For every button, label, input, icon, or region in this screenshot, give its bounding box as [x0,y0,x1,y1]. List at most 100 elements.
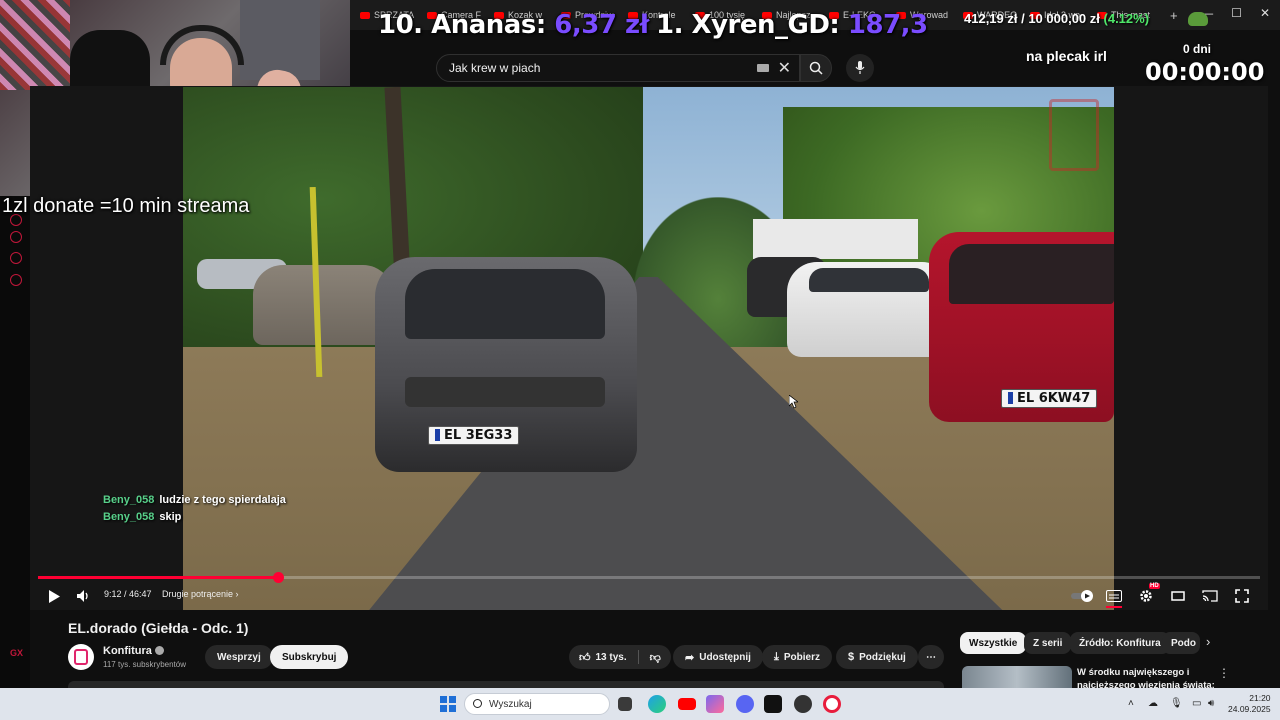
subscribe-button[interactable]: Subskrybuj [270,645,349,669]
autoplay-icon [1071,590,1093,602]
chevron-up-icon[interactable]: ˄ [1128,698,1134,709]
clock-date: 24.09.2025 [1228,704,1271,714]
description-box[interactable] [68,681,944,688]
thumbs-down-icon[interactable]: 👎︎ [650,651,661,664]
mute-button[interactable] [74,584,94,608]
video-frame[interactable]: EL 3EG33 EL 6KW47 [183,87,1114,610]
license-plate-vw: EL 3EG33 [428,426,520,445]
share-icon: ➦ [685,651,695,664]
hd-badge: HD [1149,583,1160,589]
opera-gx-icon[interactable] [823,695,841,713]
subscriber-count: 117 tys. subskrybentów [103,660,187,669]
mic-tray-icon[interactable]: 🎙︎ [1170,698,1183,709]
download-icon: ⤓ [774,650,779,663]
cast-icon [1202,590,1218,602]
tag-icon[interactable] [10,252,22,264]
chip-series[interactable]: Z serii [1024,632,1072,654]
autoplay-toggle[interactable] [1070,584,1096,608]
close-icon[interactable]: ✕ [1260,6,1270,20]
license-plate-red: EL 6KW47 [1001,389,1098,408]
days-counter: 0 dni [1183,42,1212,56]
taskbar-search[interactable]: Wyszukaj [464,693,610,715]
cloud-icon[interactable]: ☁ [1148,698,1158,709]
search-input[interactable]: Jak krew w piach ✕ [436,54,800,82]
pepe-emote-icon [1188,12,1208,26]
chat-username: Beny_058 [103,511,155,523]
fullscreen-icon [1235,589,1249,603]
chevron-right-icon[interactable]: › [1206,634,1210,649]
subtitles-button[interactable] [1104,584,1124,608]
subtitles-active-indicator [1106,606,1122,608]
search-button[interactable] [800,54,832,82]
share-button[interactable]: ➦ Udostępnij [673,645,763,669]
microphone-icon [855,61,865,74]
windows-taskbar: Wyszukaj ˄ ☁ 🎙︎ ▭ 🔊︎ 21:20 24.09.2025 [0,688,1280,720]
donation-goal: 412,19 zł / 10 000,00 zł (4.12%) [964,11,1150,26]
like-dislike-group: 👍︎ 13 tys. 👎︎ [569,645,671,669]
edge-icon[interactable] [648,695,666,713]
channel-avatar[interactable] [68,644,94,670]
chapter-button[interactable]: Drugie potrącenie › [162,589,239,599]
thanks-icon: $ [848,651,855,663]
progress-played [38,576,279,579]
network-icon[interactable]: ▭ [1192,698,1201,709]
more-actions-button[interactable]: ⋯ [918,645,944,669]
history-icon[interactable] [10,231,22,243]
sidebar-rail [0,196,30,688]
task-view-icon[interactable] [618,697,632,711]
parked-car-white [787,262,952,357]
chip-source[interactable]: Źródło: Konfitura [1070,632,1170,654]
support-button[interactable]: Wesprzyj [205,645,273,669]
search-icon [809,61,823,75]
more-vertical-icon[interactable]: ⋮ [1218,666,1230,680]
volume-icon [77,590,88,602]
chip-similar[interactable]: Podo [1162,632,1200,654]
chat-username: Beny_058 [103,494,155,506]
clock-time: 21:20 [1249,693,1271,703]
voice-search-button[interactable] [846,54,874,82]
fullscreen-button[interactable] [1232,584,1252,608]
chat-message: Beny_058 ludzie z tego spierdalaja [103,492,286,509]
theater-mode-button[interactable] [1168,584,1188,608]
verified-icon [154,646,164,655]
maximize-icon[interactable]: ☐ [1231,6,1242,20]
divider [637,650,639,664]
headset [160,25,244,65]
chat-overlay: Beny_058 ludzie z tego spierdalaja Beny_0… [103,492,286,526]
taskbar-clock[interactable]: 21:20 24.09.2025 [1228,693,1271,715]
channel-watermark-icon [1049,99,1099,171]
window-controls: — ☐ ✕ [1201,6,1270,20]
settings-icon[interactable] [10,274,22,286]
donate-info: 1zl donate =10 min streama [2,195,250,217]
progress-bar[interactable] [38,572,1260,583]
search-icon [473,699,482,708]
speaker-icon[interactable]: 🔊︎ [1208,698,1214,709]
thumbs-up-icon[interactable]: 👍︎ [579,651,591,664]
youtube-app-icon[interactable] [678,698,696,710]
play-icon [49,589,60,603]
settings-button[interactable]: HD [1136,583,1160,608]
like-count[interactable]: 13 tys. [596,652,627,663]
download-button[interactable]: ⤓ Pobierz [762,645,832,669]
snipping-tool-icon[interactable] [706,695,724,713]
search-query: Jak krew w piach [449,61,541,75]
thanks-button[interactable]: $ Podziękuj [836,645,918,669]
cast-button[interactable] [1200,584,1220,608]
new-tab-button[interactable]: + [1170,8,1178,23]
chip-all[interactable]: Wszystkie [960,632,1027,654]
discord-icon[interactable] [736,695,754,713]
obs-icon[interactable] [794,695,812,713]
keyboard-icon[interactable] [757,64,769,72]
graffiti-trailer [753,219,918,259]
channel-name[interactable]: Konfitura [103,645,164,657]
windows-start-icon[interactable] [440,696,456,712]
video-title: EL.dorado (Giełda - Odc. 1) [68,620,249,636]
chat-text: skip [159,511,182,523]
play-button[interactable] [44,584,64,608]
tiktok-icon[interactable] [764,695,782,713]
clear-icon[interactable]: ✕ [778,58,791,78]
rank-10-overlay: 10. Ananas: 6,37 zł [378,10,649,40]
recommendation-thumbnail[interactable] [962,666,1072,688]
jar-icon [74,649,88,665]
chat-text: ludzie z tego spierdalaja [159,494,286,506]
